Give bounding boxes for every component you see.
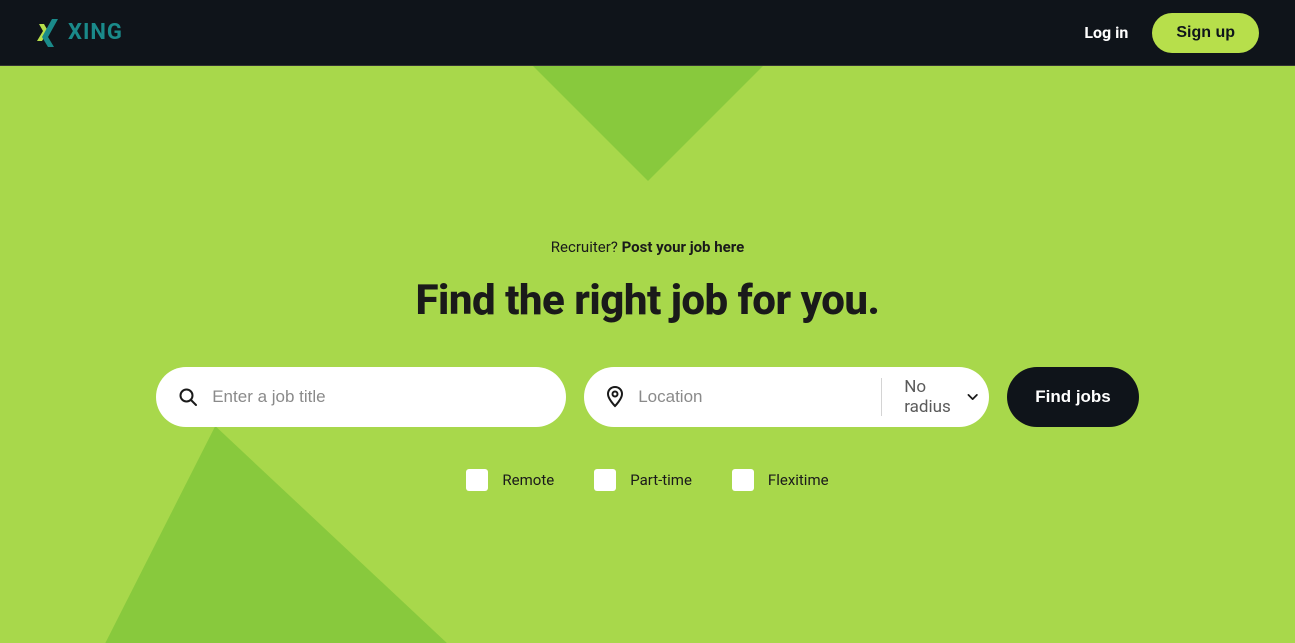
flexitime-checkbox-wrapper[interactable]: Flexitime: [732, 469, 829, 491]
post-job-link[interactable]: Post your job here: [622, 238, 745, 256]
hero-section: Recruiter? Post your job here Find the r…: [0, 66, 1295, 643]
logo[interactable]: XING: [36, 19, 123, 47]
remote-checkbox[interactable]: [466, 469, 488, 491]
filters-row: Remote Part-time Flexitime: [466, 469, 828, 491]
hero-content: Recruiter? Post your job here Find the r…: [0, 66, 1295, 491]
remote-label: Remote: [502, 471, 554, 489]
location-input-wrapper: No radius: [584, 367, 989, 427]
search-bar: No radius Find jobs: [156, 367, 1139, 427]
signup-button[interactable]: Sign up: [1152, 13, 1259, 53]
parttime-checkbox[interactable]: [594, 469, 616, 491]
recruiter-prompt: Recruiter? Post your job here: [551, 238, 744, 256]
header: XING Log in Sign up: [0, 0, 1295, 66]
brand-name: XING: [68, 20, 123, 45]
xing-logo-icon: [36, 19, 60, 47]
job-title-input-wrapper[interactable]: [156, 367, 566, 427]
location-inner[interactable]: [584, 367, 881, 427]
recruiter-prefix: Recruiter?: [551, 238, 622, 256]
flexitime-checkbox[interactable]: [732, 469, 754, 491]
chevron-down-icon: [967, 392, 978, 402]
hero-title: Find the right job for you.: [416, 276, 880, 325]
radius-label: No radius: [904, 377, 955, 417]
location-input[interactable]: [638, 387, 859, 407]
search-icon: [178, 387, 198, 407]
job-title-input[interactable]: [212, 387, 544, 407]
find-jobs-button[interactable]: Find jobs: [1007, 367, 1139, 427]
remote-checkbox-wrapper[interactable]: Remote: [466, 469, 554, 491]
flexitime-label: Flexitime: [768, 471, 829, 489]
header-actions: Log in Sign up: [1084, 13, 1259, 53]
parttime-label: Part-time: [630, 471, 692, 489]
login-link[interactable]: Log in: [1084, 23, 1128, 42]
location-pin-icon: [606, 386, 624, 408]
radius-select[interactable]: No radius: [881, 378, 1001, 416]
parttime-checkbox-wrapper[interactable]: Part-time: [594, 469, 692, 491]
